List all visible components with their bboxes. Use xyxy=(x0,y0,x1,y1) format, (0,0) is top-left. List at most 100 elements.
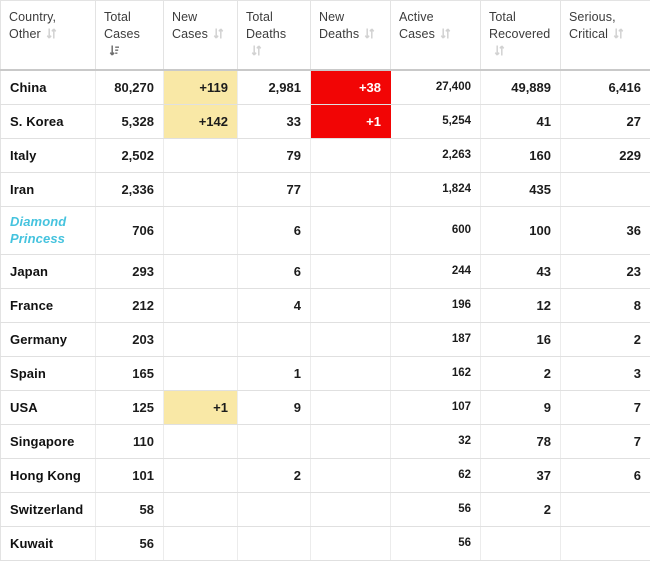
sort-both-icon[interactable] xyxy=(251,44,262,57)
cell-total-recovered: 2 xyxy=(481,492,561,526)
cell-total-recovered: 12 xyxy=(481,288,561,322)
cell-serious-critical: 229 xyxy=(561,138,650,172)
cell-new-deaths xyxy=(311,492,391,526)
cell-new-deaths xyxy=(311,424,391,458)
column-header-active-cases[interactable]: Active Cases xyxy=(391,1,481,71)
cell-active-cases: 1,824 xyxy=(391,172,481,206)
cell-total-cases: 125 xyxy=(96,390,164,424)
column-header-total-cases[interactable]: Total Cases xyxy=(96,1,164,71)
cell-total-recovered: 41 xyxy=(481,104,561,138)
cell-total-deaths: 6 xyxy=(238,254,311,288)
cell-total-recovered: 78 xyxy=(481,424,561,458)
cell-new-deaths xyxy=(311,206,391,254)
cell-serious-critical: 3 xyxy=(561,356,650,390)
cell-total-cases: 706 xyxy=(96,206,164,254)
cell-total-recovered: 37 xyxy=(481,458,561,492)
cell-total-deaths: 1 xyxy=(238,356,311,390)
column-header-new-deaths[interactable]: New Deaths xyxy=(311,1,391,71)
cell-country: Diamond Princess xyxy=(1,206,96,254)
cell-serious-critical: 23 xyxy=(561,254,650,288)
cell-total-deaths xyxy=(238,424,311,458)
cell-new-deaths xyxy=(311,390,391,424)
column-header-total-cases-line2: Cases xyxy=(104,27,140,41)
cell-active-cases: 56 xyxy=(391,492,481,526)
column-header-serious-critical-line1: Serious, xyxy=(569,10,616,24)
cell-total-cases: 101 xyxy=(96,458,164,492)
column-header-active-cases-line1: Active xyxy=(399,10,434,24)
cell-total-cases: 56 xyxy=(96,526,164,560)
cell-active-cases: 62 xyxy=(391,458,481,492)
cell-total-cases: 212 xyxy=(96,288,164,322)
cell-new-cases xyxy=(164,206,238,254)
cell-new-deaths: +38 xyxy=(311,70,391,104)
cell-new-deaths xyxy=(311,288,391,322)
cell-active-cases: 27,400 xyxy=(391,70,481,104)
cell-total-recovered: 43 xyxy=(481,254,561,288)
cell-total-cases: 58 xyxy=(96,492,164,526)
covid-stats-table-container: Country, Other Total Cases N xyxy=(0,0,650,545)
cell-new-deaths xyxy=(311,322,391,356)
cell-serious-critical xyxy=(561,172,650,206)
sort-descending-icon[interactable] xyxy=(109,44,120,57)
cell-total-deaths: 6 xyxy=(238,206,311,254)
cell-total-deaths: 4 xyxy=(238,288,311,322)
cell-new-cases xyxy=(164,288,238,322)
cell-total-deaths xyxy=(238,322,311,356)
column-header-total-deaths[interactable]: Total Deaths xyxy=(238,1,311,71)
cell-new-cases xyxy=(164,322,238,356)
cell-active-cases: 5,254 xyxy=(391,104,481,138)
table-row: Diamond Princess706660010036 xyxy=(1,206,650,254)
cell-total-recovered: 16 xyxy=(481,322,561,356)
cell-total-cases: 165 xyxy=(96,356,164,390)
cell-total-deaths xyxy=(238,492,311,526)
cell-new-deaths xyxy=(311,172,391,206)
table-row: Germany203187162 xyxy=(1,322,650,356)
table-row: S. Korea5,328+14233+15,2544127 xyxy=(1,104,650,138)
cell-country: Hong Kong xyxy=(1,458,96,492)
column-header-serious-critical[interactable]: Serious, Critical xyxy=(561,1,650,71)
column-header-new-deaths-line2: Deaths xyxy=(319,27,359,41)
table-header: Country, Other Total Cases N xyxy=(1,1,650,71)
column-header-active-cases-line2: Cases xyxy=(399,27,435,41)
sort-both-icon[interactable] xyxy=(46,27,57,40)
cell-country: Italy xyxy=(1,138,96,172)
cell-total-cases: 5,328 xyxy=(96,104,164,138)
cell-country: China xyxy=(1,70,96,104)
cell-new-deaths xyxy=(311,138,391,172)
cell-total-recovered: 9 xyxy=(481,390,561,424)
cell-country: S. Korea xyxy=(1,104,96,138)
table-row: Singapore11032787 xyxy=(1,424,650,458)
cell-new-cases: +1 xyxy=(164,390,238,424)
table-row: Hong Kong101262376 xyxy=(1,458,650,492)
table-row: Italy2,502792,263160229 xyxy=(1,138,650,172)
cell-country: Switzerland xyxy=(1,492,96,526)
column-header-new-deaths-line1: New xyxy=(319,10,344,24)
cell-new-deaths xyxy=(311,526,391,560)
cell-total-recovered: 2 xyxy=(481,356,561,390)
cell-new-cases xyxy=(164,424,238,458)
sort-both-icon[interactable] xyxy=(213,27,224,40)
sort-both-icon[interactable] xyxy=(440,27,451,40)
table-row: France2124196128 xyxy=(1,288,650,322)
column-header-total-recovered-line1: Total xyxy=(489,10,516,24)
table-row: Spain165116223 xyxy=(1,356,650,390)
sort-both-icon[interactable] xyxy=(613,27,624,40)
cell-serious-critical: 36 xyxy=(561,206,650,254)
sort-both-icon[interactable] xyxy=(494,44,505,57)
column-header-total-recovered-line2: Recovered xyxy=(489,27,550,41)
cell-active-cases: 107 xyxy=(391,390,481,424)
cell-total-deaths: 77 xyxy=(238,172,311,206)
cell-new-deaths xyxy=(311,458,391,492)
cell-serious-critical: 8 xyxy=(561,288,650,322)
table-row: USA125+1910797 xyxy=(1,390,650,424)
cell-new-deaths xyxy=(311,356,391,390)
cell-new-cases xyxy=(164,492,238,526)
cell-serious-critical xyxy=(561,492,650,526)
column-header-new-cases[interactable]: New Cases xyxy=(164,1,238,71)
column-header-total-recovered[interactable]: Total Recovered xyxy=(481,1,561,71)
cell-country: Iran xyxy=(1,172,96,206)
column-header-country[interactable]: Country, Other xyxy=(1,1,96,71)
cell-country: Germany xyxy=(1,322,96,356)
sort-both-icon[interactable] xyxy=(364,27,375,40)
cell-total-deaths: 79 xyxy=(238,138,311,172)
